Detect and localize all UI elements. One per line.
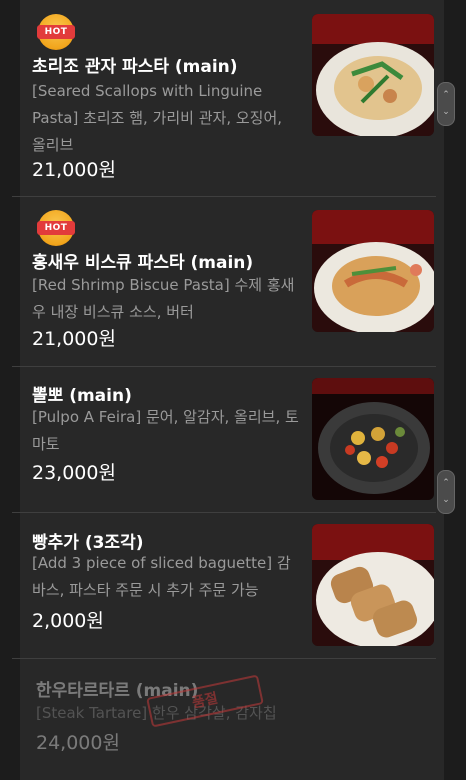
item-divider <box>12 196 436 197</box>
item-divider <box>12 366 436 367</box>
chevron-down-icon: ⌄ <box>442 495 450 505</box>
menu-item-description: [Add 3 piece of sliced baguette] 감바스, 파스… <box>32 554 291 599</box>
baguette-photo[interactable] <box>312 524 434 646</box>
item-divider <box>12 658 436 659</box>
menu-item-price: 21,000원 <box>32 328 116 350</box>
chevron-up-icon: ⌃ <box>442 90 450 100</box>
menu-item-price: 21,000원 <box>32 159 116 181</box>
menu-item-description: [Red Shrimp Biscue Pasta] 수제 홍새우 내장 비스큐 … <box>32 276 295 321</box>
menu-item-name[interactable]: 초리조 관자 파스타 (main) <box>32 52 292 77</box>
scroll-handle[interactable]: ⌃ ⌄ <box>437 470 455 514</box>
menu-item-name[interactable]: 홍새우 비스큐 파스타 (main) <box>32 248 292 273</box>
menu-item-description: [Seared Scallops with Linguine Pasta] 초리… <box>32 82 283 154</box>
menu-item-description: [Pulpo A Feira] 문어, 알감자, 올리브, 토마토 <box>32 408 299 453</box>
menu-item-price: 23,000원 <box>32 462 116 484</box>
hot-badge-label: HOT <box>37 221 75 235</box>
chevron-down-icon: ⌄ <box>442 107 450 117</box>
shrimp-pasta-photo[interactable] <box>312 210 434 332</box>
hot-badge-label: HOT <box>37 25 75 39</box>
item-divider <box>12 512 436 513</box>
chevron-up-icon: ⌃ <box>442 478 450 488</box>
hot-badge-icon: HOT <box>37 210 75 246</box>
scroll-handle[interactable]: ⌃ ⌄ <box>437 82 455 126</box>
scallop-pasta-photo[interactable] <box>312 14 434 136</box>
hot-badge-icon: HOT <box>37 14 75 50</box>
menu-item-price: 24,000원 <box>36 732 120 754</box>
menu-item-price: 2,000원 <box>32 610 104 632</box>
menu-item-name[interactable]: 뽈뽀 (main) <box>32 381 292 406</box>
octopus-dish-photo[interactable] <box>312 378 434 500</box>
